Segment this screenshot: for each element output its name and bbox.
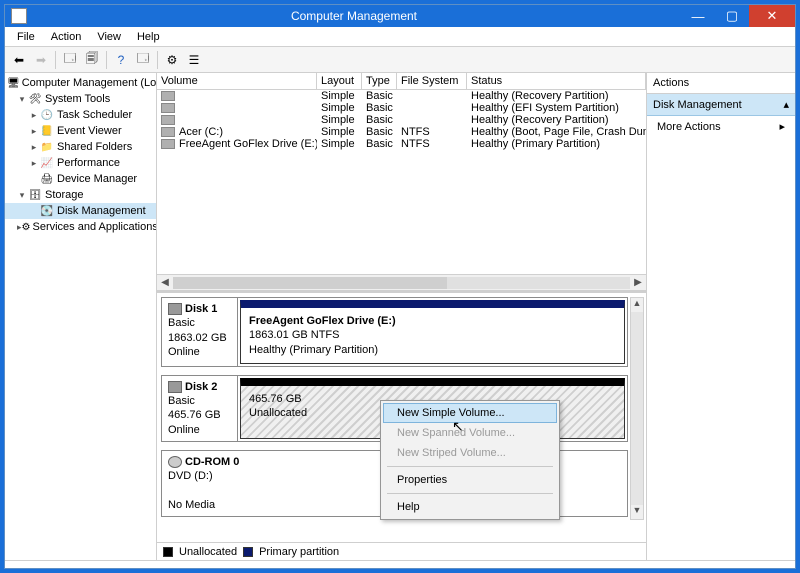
scroll-up-icon[interactable]: ▲ <box>631 298 643 312</box>
volume-icon <box>161 103 175 113</box>
tree-shared-folders[interactable]: ▸ 📁 Shared Folders <box>5 139 156 155</box>
disk-icon <box>168 381 182 393</box>
volume-list-body: Simple Basic Healthy (Recovery Partition… <box>157 90 646 274</box>
legend-primary-swatch <box>243 547 253 557</box>
actions-more[interactable]: More Actions ▸ <box>647 116 795 137</box>
volume-icon <box>161 91 175 101</box>
legend-unallocated-swatch <box>163 547 173 557</box>
toolbar-icon-2[interactable]: 🗐 <box>82 50 102 70</box>
toolbar-icon-4[interactable]: ⚙ <box>162 50 182 70</box>
table-row[interactable]: Acer (C:) Simple Basic NTFS Healthy (Boo… <box>157 126 646 138</box>
caret-icon: ▸ <box>29 126 39 137</box>
close-button[interactable]: ✕ <box>749 5 795 27</box>
tools-icon: 🛠 <box>27 92 43 106</box>
caret-icon: ▾ <box>17 190 27 201</box>
minimize-button[interactable]: — <box>681 5 715 27</box>
caret-icon: ▸ <box>29 142 39 153</box>
toolbar-icon-3[interactable]: 🗔 <box>133 50 153 70</box>
tree-event-viewer[interactable]: ▸ 📒 Event Viewer <box>5 123 156 139</box>
tree-performance[interactable]: ▸ 📈 Performance <box>5 155 156 171</box>
tree-device-manager[interactable]: 🖨 Device Manager <box>5 171 156 187</box>
ctx-properties[interactable]: Properties <box>383 470 557 490</box>
caret-icon: ▸ <box>29 158 39 169</box>
device-icon: 🖨 <box>39 172 55 186</box>
chevron-right-icon: ▸ <box>779 120 785 133</box>
titlebar: Computer Management — ▢ ✕ <box>5 5 795 27</box>
volume-list: Volume Layout Type File System Status Si… <box>157 73 646 293</box>
volume-list-header: Volume Layout Type File System Status <box>157 73 646 90</box>
menu-view[interactable]: View <box>89 29 129 45</box>
caret-icon: ▸ <box>29 110 39 121</box>
tree-services[interactable]: ▸ ⚙ Services and Applications <box>5 219 156 235</box>
folder-icon: 📁 <box>39 140 55 154</box>
forward-button[interactable]: ➡ <box>31 50 51 70</box>
window-title: Computer Management <box>27 9 681 23</box>
legend-primary-label: Primary partition <box>259 546 339 558</box>
vertical-scrollbar[interactable]: ▲ ▼ <box>630 297 644 520</box>
menu-action[interactable]: Action <box>43 29 90 45</box>
volume-icon <box>161 139 175 149</box>
app-icon <box>11 8 27 24</box>
table-row[interactable]: Simple Basic Healthy (EFI System Partiti… <box>157 102 646 114</box>
maximize-button[interactable]: ▢ <box>715 5 749 27</box>
table-row[interactable]: Simple Basic Healthy (Recovery Partition… <box>157 114 646 126</box>
col-type[interactable]: Type <box>362 73 397 89</box>
computer-icon: 🖥 <box>7 76 20 90</box>
back-button[interactable]: ⬅ <box>9 50 29 70</box>
ctx-new-spanned-volume: New Spanned Volume... <box>383 423 557 443</box>
volume-icon <box>161 127 175 137</box>
toolbar-icon-5[interactable]: ☰ <box>184 50 204 70</box>
ctx-help[interactable]: Help <box>383 497 557 517</box>
cdrom-icon <box>168 456 182 468</box>
table-row[interactable]: Simple Basic Healthy (Recovery Partition… <box>157 90 646 102</box>
col-layout[interactable]: Layout <box>317 73 362 89</box>
perf-icon: 📈 <box>39 156 55 170</box>
tree-disk-management[interactable]: 💽 Disk Management <box>5 203 156 219</box>
toolbar-icon-1[interactable]: 🗔 <box>60 50 80 70</box>
event-icon: 📒 <box>39 124 55 138</box>
tree-storage[interactable]: ▾ 🗄 Storage <box>5 187 156 203</box>
disk-icon: 💽 <box>39 204 55 218</box>
tree-root[interactable]: 🖥 Computer Management (Local) <box>5 75 156 91</box>
col-filesystem[interactable]: File System <box>397 73 467 89</box>
context-menu-separator <box>387 493 553 494</box>
actions-panel: Actions Disk Management ▴ More Actions ▸ <box>647 73 795 560</box>
disk-label: Disk 1 Basic 1863.02 GB Online <box>162 298 238 366</box>
actions-disk-management[interactable]: Disk Management ▴ <box>647 94 795 116</box>
disk-volume-primary[interactable]: FreeAgent GoFlex Drive (E:) 1863.01 GB N… <box>240 300 625 364</box>
storage-icon: 🗄 <box>27 188 43 202</box>
context-menu-separator <box>387 466 553 467</box>
menu-help[interactable]: Help <box>129 29 168 45</box>
scroll-left-icon[interactable]: ◀ <box>157 277 173 288</box>
disk-row-disk1[interactable]: Disk 1 Basic 1863.02 GB Online FreeAgent… <box>161 297 628 367</box>
col-status[interactable]: Status <box>467 73 646 89</box>
help-icon[interactable]: ? <box>111 50 131 70</box>
actions-header: Actions <box>647 73 795 94</box>
col-volume[interactable]: Volume <box>157 73 317 89</box>
disk-icon <box>168 303 182 315</box>
collapse-icon: ▴ <box>783 98 789 111</box>
legend: Unallocated Primary partition <box>157 542 646 560</box>
horizontal-scrollbar[interactable]: ◀ ▶ <box>157 274 646 290</box>
toolbar: ⬅ ➡ 🗔 🗐 ? 🗔 ⚙ ☰ <box>5 47 795 73</box>
table-row[interactable]: FreeAgent GoFlex Drive (E:) Simple Basic… <box>157 138 646 150</box>
tree-task-scheduler[interactable]: ▸ 🕒 Task Scheduler <box>5 107 156 123</box>
navigation-tree: 🖥 Computer Management (Local) ▾ 🛠 System… <box>5 73 157 560</box>
tree-system-tools[interactable]: ▾ 🛠 System Tools <box>5 91 156 107</box>
clock-icon: 🕒 <box>39 108 55 122</box>
ctx-new-simple-volume[interactable]: New Simple Volume... <box>383 403 557 423</box>
disk-label: Disk 2 Basic 465.76 GB Online <box>162 376 238 441</box>
services-icon: ⚙ <box>22 220 31 234</box>
ctx-new-striped-volume: New Striped Volume... <box>383 443 557 463</box>
caret-icon: ▾ <box>17 94 27 105</box>
menubar: File Action View Help <box>5 27 795 47</box>
context-menu: New Simple Volume... New Spanned Volume.… <box>380 400 560 520</box>
scroll-down-icon[interactable]: ▼ <box>631 505 643 519</box>
scroll-right-icon[interactable]: ▶ <box>630 277 646 288</box>
volume-icon <box>161 115 175 125</box>
menu-file[interactable]: File <box>9 29 43 45</box>
status-bar <box>5 560 795 568</box>
legend-unallocated-label: Unallocated <box>179 546 237 558</box>
window-buttons: — ▢ ✕ <box>681 5 795 27</box>
